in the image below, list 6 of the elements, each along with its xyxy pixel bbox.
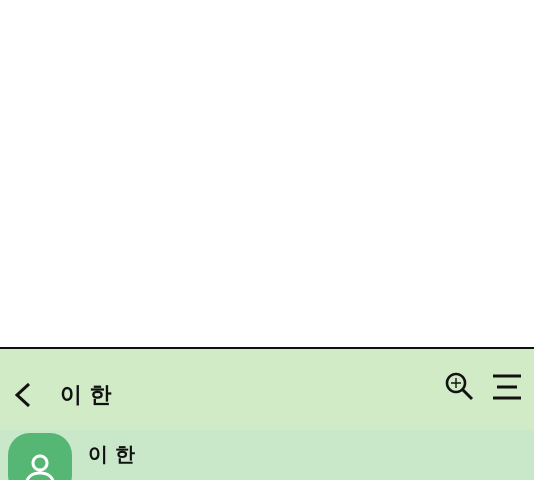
avatar-icon (8, 433, 72, 480)
contact-row[interactable]: 이 한 (0, 430, 534, 480)
zoom-in-button[interactable] (444, 370, 476, 402)
contact-name: 이 한 (88, 441, 135, 468)
menu-button[interactable] (492, 374, 522, 400)
header-title: 이 한 (60, 382, 112, 410)
